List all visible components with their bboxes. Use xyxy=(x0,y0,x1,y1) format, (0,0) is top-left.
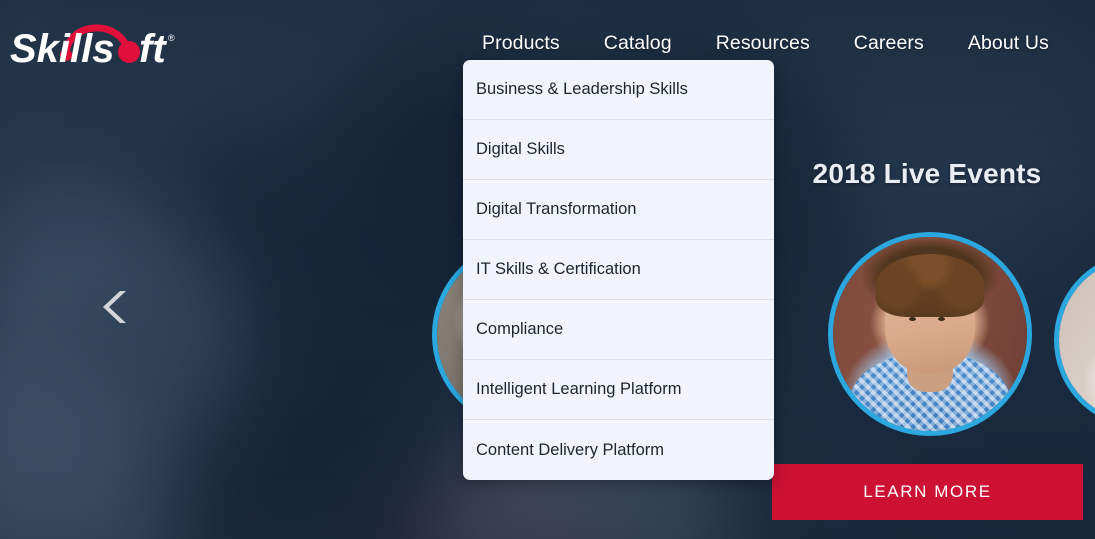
nav-item-about-us[interactable]: About Us xyxy=(946,28,1071,59)
avatar-image xyxy=(833,237,1027,431)
dropdown-item-business-leadership-skills[interactable]: Business & Leadership Skills xyxy=(463,60,774,120)
chevron-left-icon[interactable] xyxy=(98,288,134,326)
svg-text:®: ® xyxy=(168,33,175,43)
dropdown-item-content-delivery-platform[interactable]: Content Delivery Platform xyxy=(463,420,774,480)
skillsoft-logo[interactable]: Skills ft ® xyxy=(8,8,178,74)
dropdown-item-digital-skills[interactable]: Digital Skills xyxy=(463,120,774,180)
avatar-current[interactable] xyxy=(828,232,1032,436)
avatar-hair xyxy=(875,254,985,317)
nav-item-products[interactable]: Products xyxy=(460,28,582,59)
dropdown-item-digital-transformation[interactable]: Digital Transformation xyxy=(463,180,774,240)
avatar-image xyxy=(1059,257,1095,423)
dropdown-item-it-skills-certification[interactable]: IT Skills & Certification xyxy=(463,240,774,300)
dropdown-item-intelligent-learning-platform[interactable]: Intelligent Learning Platform xyxy=(463,360,774,420)
avatar-next[interactable] xyxy=(1054,252,1095,428)
hero-carousel-page: Skills ft ® Products Catalog Resources C… xyxy=(0,0,1095,539)
svg-text:Skills: Skills xyxy=(10,27,115,71)
products-dropdown-menu: Business & Leadership Skills Digital Ski… xyxy=(463,60,774,480)
hero-title: 2018 Live Events xyxy=(812,158,1042,189)
nav-item-careers[interactable]: Careers xyxy=(832,28,946,59)
svg-text:ft: ft xyxy=(139,27,167,71)
nav-item-resources[interactable]: Resources xyxy=(694,28,832,59)
avatar-eye-left xyxy=(908,316,916,321)
nav-item-catalog[interactable]: Catalog xyxy=(582,28,694,59)
main-navigation: Products Catalog Resources Careers About… xyxy=(460,28,1071,59)
avatar-eye-right xyxy=(937,316,945,321)
dropdown-item-compliance[interactable]: Compliance xyxy=(463,300,774,360)
learn-more-button[interactable]: LEARN MORE xyxy=(772,464,1083,520)
